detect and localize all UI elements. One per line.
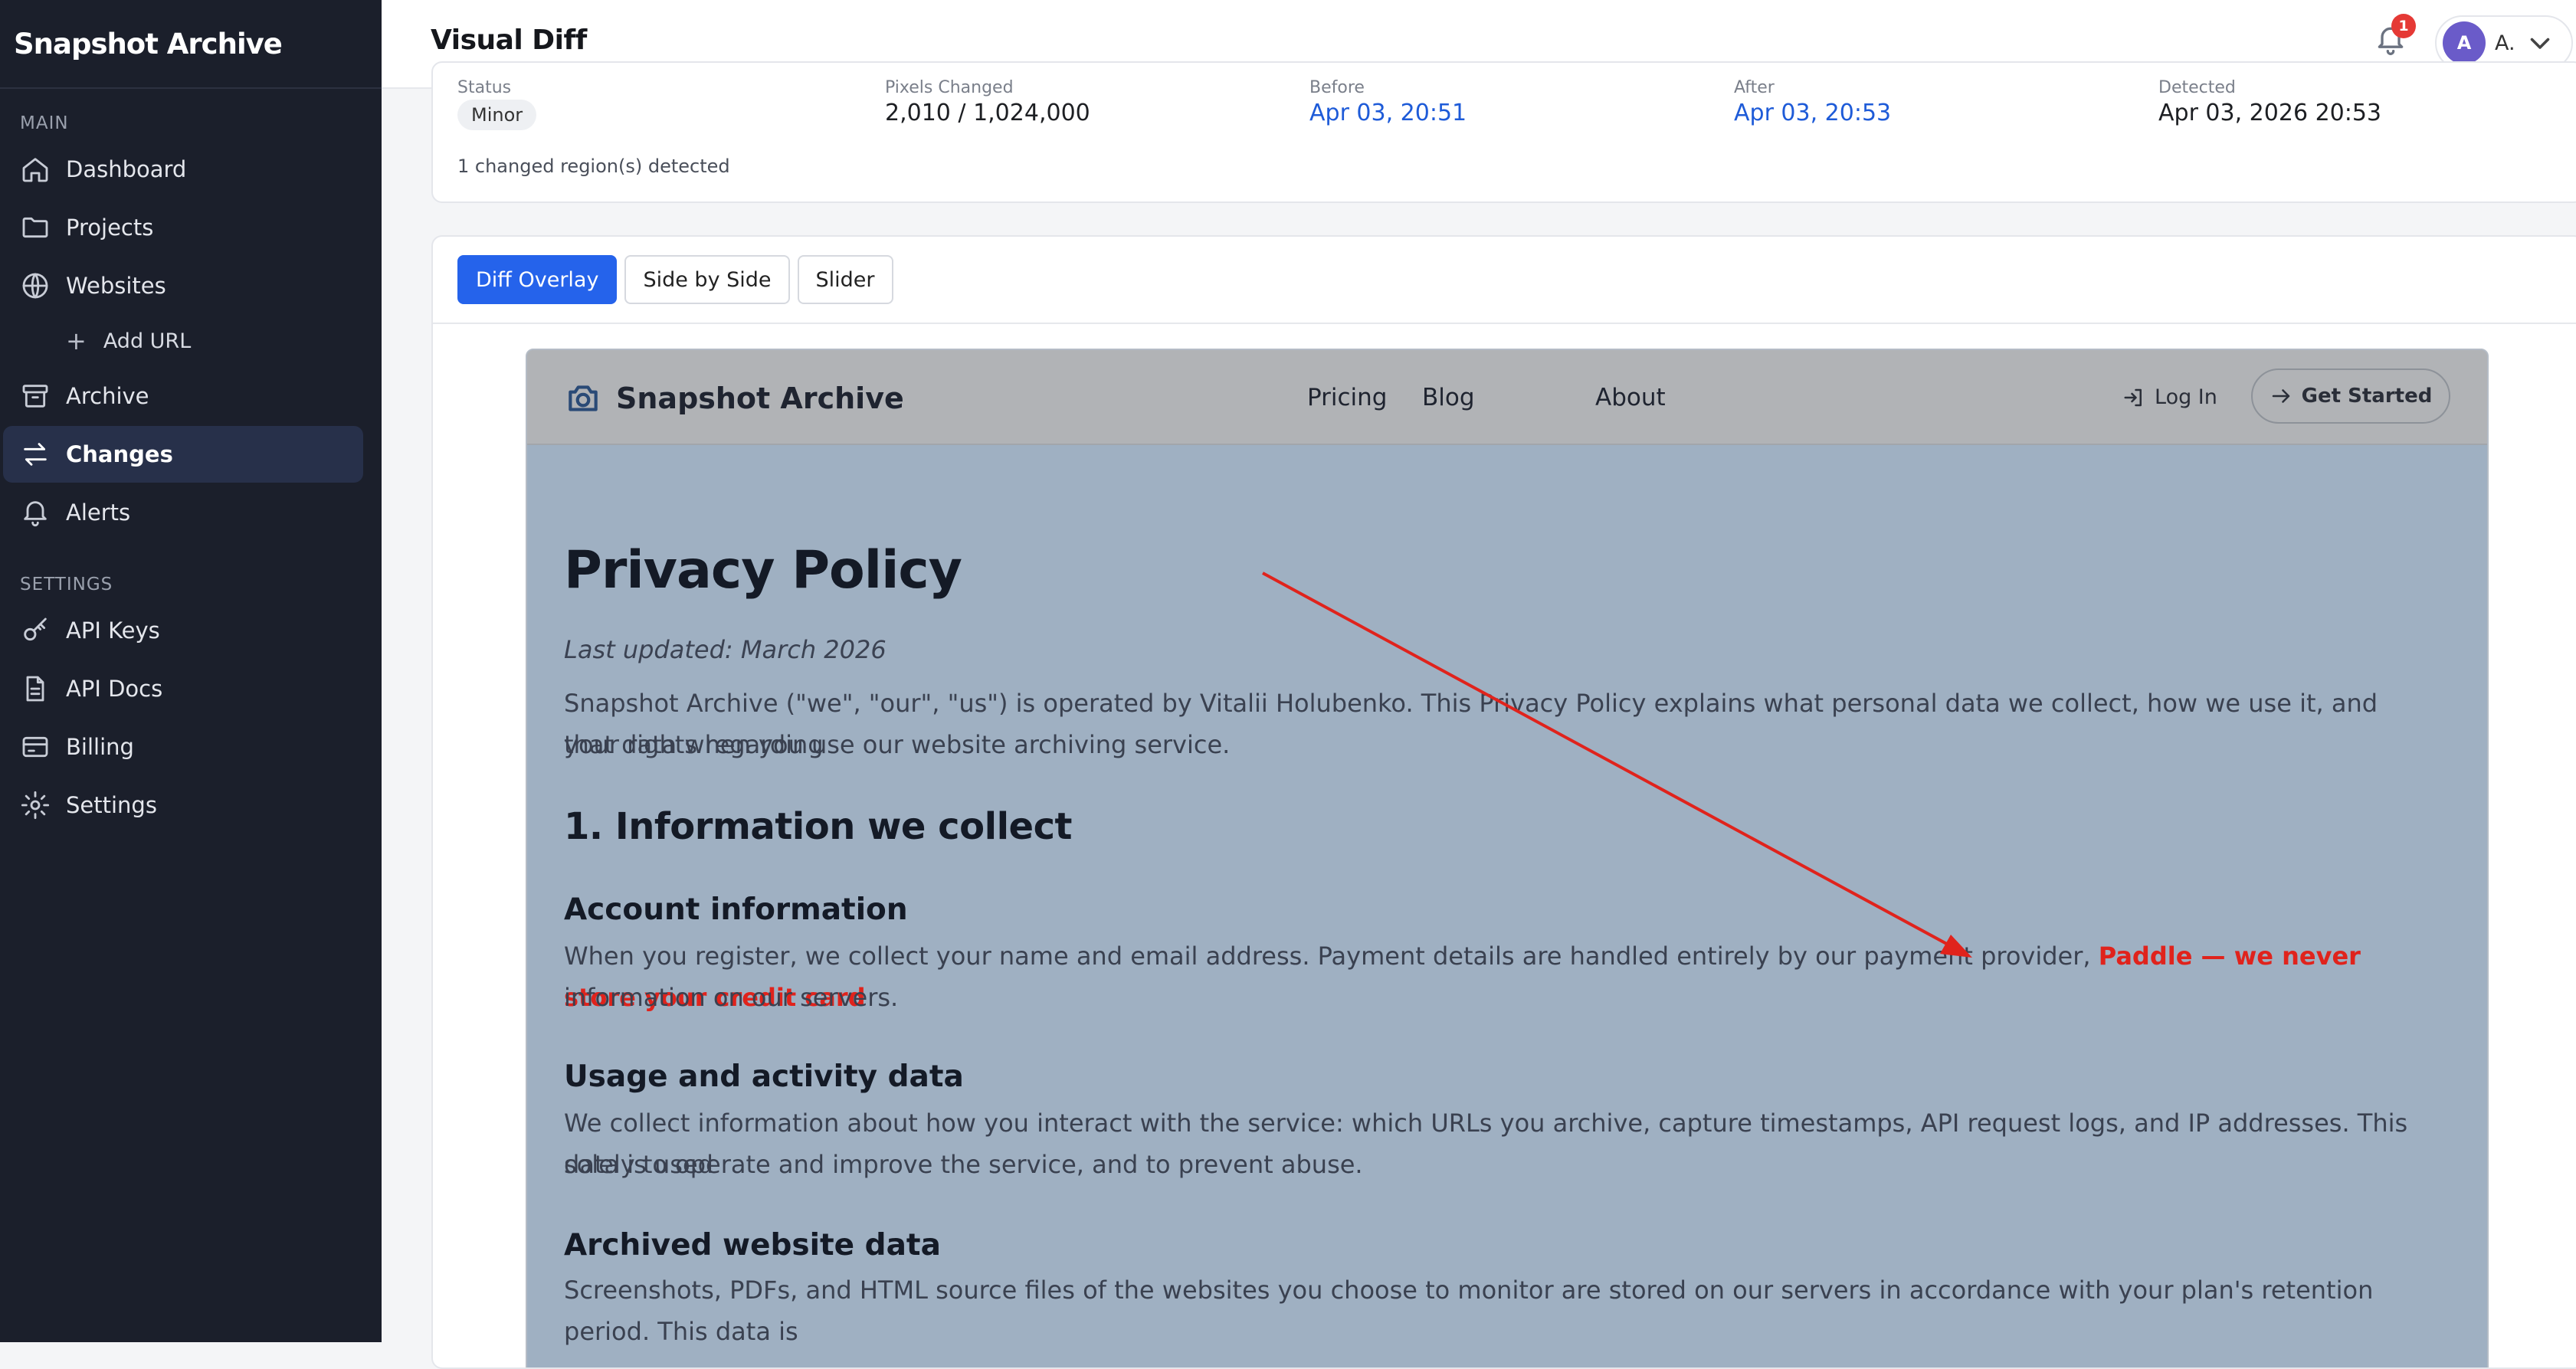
diff-summary-card: Status Minor Pixels Changed 2,010 / 1,02… [431,61,2576,203]
notification-badge: 1 [2391,14,2416,38]
after-snapshot-link[interactable]: Apr 03, 20:53 [1734,100,1891,126]
camera-icon [569,385,598,411]
credit-card-icon [22,736,48,758]
sidebar: Snapshot Archive MAIN Dashboard Projects… [0,0,382,1342]
preview-login: Log In [2122,385,2217,409]
home-icon [22,158,48,182]
sidebar-item-label: Dashboard [66,156,187,182]
preview-login-label: Log In [2155,385,2217,409]
sidebar-item-settings[interactable]: Settings [3,777,363,834]
preview-logo-text: Snapshot Archive [616,382,904,415]
status-label: Status [457,78,512,97]
brand-logo[interactable]: Snapshot Archive [0,0,382,89]
preview-get-started: Get Started [2251,368,2450,424]
tab-side-by-side[interactable]: Side by Side [624,255,790,304]
sidebar-item-archive[interactable]: Archive [3,368,363,424]
preview-cta-label: Get Started [2301,385,2433,408]
tab-slider[interactable]: Slider [797,255,893,304]
sidebar-item-label: Changes [66,441,173,467]
preview-updated: Last updated: March 2026 [564,635,887,664]
login-icon [2124,388,2142,406]
user-name: A. [2495,31,2515,55]
sidebar-item-label: Add URL [103,329,192,353]
swap-arrows-icon [24,443,47,466]
divider [433,323,2576,324]
sidebar-item-api-docs[interactable]: API Docs [3,660,363,717]
changed-regions-text: 1 changed region(s) detected [457,156,730,177]
arrow-right-icon [2272,389,2289,403]
status-badge: Minor [457,100,537,130]
pixels-changed-label: Pixels Changed [885,78,1014,97]
preview-logo: Snapshot Archive [564,379,904,418]
sidebar-item-projects[interactable]: Projects [3,199,363,256]
sidebar-item-add-url[interactable]: + Add URL [0,316,382,366]
detected-value: Apr 03, 2026 20:53 [2158,100,2382,126]
preview-nav-pricing: Pricing [1307,384,1388,411]
page-title: Visual Diff [431,25,587,56]
preview-nav-about: About [1595,384,1666,411]
detected-label: Detected [2158,78,2236,97]
archive-icon [22,385,48,408]
preview-archived-heading: Archived website data [564,1228,941,1263]
document-icon [26,676,44,702]
preview-account-text: When you register, we collect your name … [564,942,2091,971]
sidebar-item-dashboard[interactable]: Dashboard [3,141,363,198]
preview-usage-line2: solely to operate and improve the servic… [564,1150,1363,1179]
sidebar-item-websites[interactable]: Websites [3,257,363,314]
preview-intro-line2: that data when you use our website archi… [564,730,1231,759]
sidebar-item-label: Websites [66,273,166,299]
preview-navbar: Snapshot Archive Pricing Blog About Log … [527,350,2487,445]
preview-nav-blog: Blog [1422,384,1475,411]
diff-overlay-image[interactable]: Snapshot Archive Pricing Blog About Log … [526,349,2489,1367]
diff-viewer-card: Diff Overlay Side by Side Slider Snapsho… [431,235,2576,1369]
sidebar-item-label: Alerts [66,499,131,526]
after-label: After [1734,78,1775,97]
gear-icon [21,791,50,820]
sidebar-item-alerts[interactable]: Alerts [3,484,363,541]
before-label: Before [1309,78,1365,97]
before-snapshot-link[interactable]: Apr 03, 20:51 [1309,100,1467,126]
preview-account-heading: Account information [564,892,908,927]
chevron-down-icon [2530,38,2549,49]
preview-usage-heading: Usage and activity data [564,1060,964,1094]
sidebar-item-api-keys[interactable]: API Keys [3,602,363,659]
view-mode-tabs: Diff Overlay Side by Side Slider [457,255,901,304]
sidebar-item-label: API Docs [66,676,163,702]
bell-icon [24,501,47,526]
section-title-main: MAIN [20,113,69,133]
sidebar-item-label: Archive [66,383,149,409]
folder-icon [22,217,48,238]
globe-icon [22,273,48,299]
sidebar-item-changes[interactable]: Changes [3,426,363,483]
tab-diff-overlay[interactable]: Diff Overlay [457,255,618,304]
sidebar-item-label: Projects [66,215,154,241]
pixels-changed-value: 2,010 / 1,024,000 [885,100,1090,126]
sidebar-item-label: Settings [66,792,157,818]
preview-section-title: 1. Information we collect [564,805,1072,848]
preview-heading: Privacy Policy [564,540,962,601]
sidebar-item-billing[interactable]: Billing [3,719,363,775]
sidebar-item-label: Billing [66,734,134,760]
sidebar-item-label: API Keys [66,617,160,644]
preview-account-line2: information on our servers. [564,983,899,1012]
section-title-settings: SETTINGS [20,575,113,594]
preview-archived-line1: Screenshots, PDFs, and HTML source files… [564,1276,2374,1346]
plus-icon: + [66,326,87,355]
avatar: A [2443,21,2486,64]
key-icon [24,617,47,641]
